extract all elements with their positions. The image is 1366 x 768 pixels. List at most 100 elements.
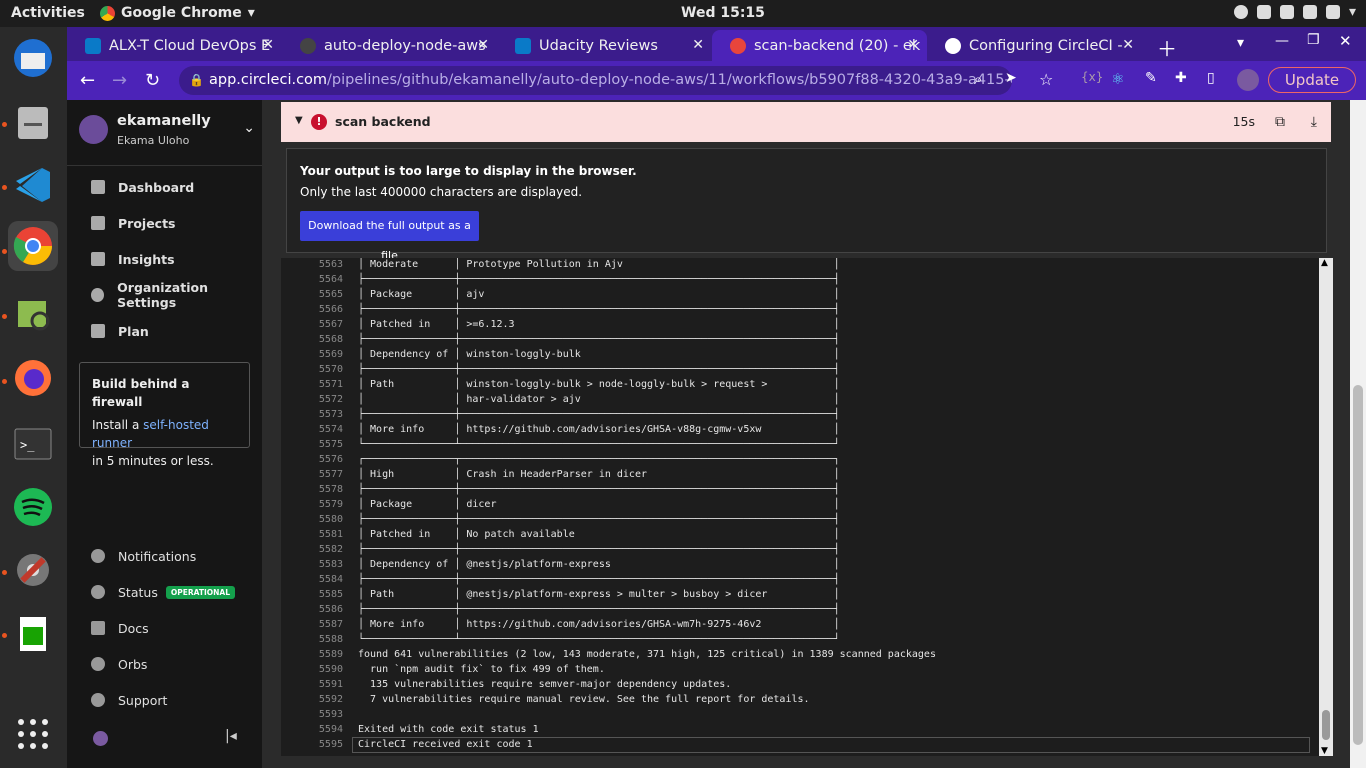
sidebar-item-label: Status	[118, 584, 158, 600]
scroll-thumb[interactable]	[1322, 710, 1330, 740]
tab-github[interactable]: auto-deploy-node-aws ✕	[282, 30, 497, 61]
spotify-icon[interactable]	[8, 482, 58, 532]
collapse-sidebar-icon[interactable]: |◂	[225, 728, 237, 744]
line-text: ├───────────────┼───────────────────────…	[358, 604, 840, 615]
send-icon[interactable]: ➤	[1005, 70, 1017, 86]
scroll-down-icon[interactable]: ▼	[1321, 746, 1328, 756]
avatar[interactable]	[93, 731, 108, 746]
chevron-down-icon: ▾	[1348, 4, 1356, 20]
scroll-up-icon[interactable]: ▲	[1321, 258, 1328, 268]
sidebar-item-dashboard[interactable]: Dashboard	[91, 177, 194, 197]
app-menu[interactable]: Google Chrome ▾	[100, 5, 255, 21]
chevron-down-icon[interactable]: ▼	[295, 115, 303, 126]
log-line: 5564 ├───────────────┼───────────────────…	[281, 272, 840, 287]
close-icon[interactable]: ✕	[907, 37, 919, 53]
line-number: 5588	[318, 634, 343, 645]
line-number: 5594	[318, 724, 343, 735]
tab-configuring-circleci[interactable]: Configuring CircleCI - ✕	[927, 30, 1142, 61]
user-fullname: Ekama Uloho	[117, 134, 190, 147]
files-icon[interactable]	[8, 97, 58, 147]
sidebar-item-projects[interactable]: Projects	[91, 213, 176, 233]
calc-icon[interactable]	[8, 609, 58, 659]
reload-icon[interactable]: ↻	[145, 70, 160, 91]
side-panel-icon[interactable]: ▯	[1207, 70, 1215, 86]
minimize-button[interactable]: —	[1275, 33, 1289, 49]
log-line: 5584 ├───────────────┼───────────────────…	[281, 572, 840, 587]
new-tab-button[interactable]: ＋	[1157, 33, 1177, 62]
log-line: 5580 ├───────────────┼───────────────────…	[281, 512, 840, 527]
update-button[interactable]: Update	[1268, 67, 1356, 93]
line-number: 5564	[318, 274, 343, 285]
line-number: 5586	[318, 604, 343, 615]
profile-avatar[interactable]	[1237, 69, 1259, 91]
forward-icon[interactable]: →	[112, 70, 127, 91]
line-number: 5565	[318, 289, 343, 300]
extensions-puzzle-icon[interactable]: ✚	[1175, 70, 1187, 86]
close-icon[interactable]: ✕	[1122, 37, 1134, 53]
react-devtools-icon[interactable]: ⚛	[1111, 70, 1124, 88]
clock[interactable]: Wed 15:15	[681, 5, 765, 21]
line-text: │ Moderate │ Prototype Pollution in Ajv …	[358, 259, 840, 270]
line-text: │ More info │ https://github.com/advisor…	[358, 424, 840, 435]
line-text: │ Package │ ajv │	[358, 289, 840, 300]
download-icon[interactable]: ⤓	[1311, 114, 1317, 130]
close-icon[interactable]: ✕	[692, 37, 704, 53]
settings-tool-icon[interactable]	[8, 545, 58, 595]
system-topbar: Activities Google Chrome ▾ Wed 15:15 ▾	[0, 0, 1366, 27]
line-number: 5567	[318, 319, 343, 330]
line-number: 5585	[318, 589, 343, 600]
step-header[interactable]: ▼ ! scan backend 15s ⧉ ⤓	[281, 102, 1331, 142]
lock-icon: 🔒	[189, 73, 204, 87]
url-bar[interactable]: 🔒 app.circleci.com/pipelines/github/ekam…	[179, 66, 1012, 95]
scroll-thumb[interactable]	[1353, 385, 1363, 745]
sidebar-item-orbs[interactable]: Orbs	[91, 654, 147, 674]
line-text: ┌───────────────┬───────────────────────…	[358, 454, 840, 465]
close-icon[interactable]: ✕	[262, 37, 274, 53]
line-text: ├───────────────┼───────────────────────…	[358, 364, 840, 375]
system-tray[interactable]: ▾	[1233, 4, 1356, 20]
vscode-icon[interactable]	[8, 160, 58, 210]
zoom-icon[interactable]: ⌕	[974, 70, 982, 88]
sidebar-item-insights[interactable]: Insights	[91, 249, 175, 269]
sidebar-item-support[interactable]: Support	[91, 690, 167, 710]
sidebar-item-organization-settings[interactable]: Organization Settings	[91, 280, 262, 310]
org-switcher[interactable]: ekamanelly Ekama Uloho ⌄	[79, 112, 257, 158]
tab-scan-backend[interactable]: scan-backend (20) - ek ✕	[712, 30, 927, 61]
extension-pen-icon[interactable]: ✎	[1145, 70, 1157, 86]
close-icon[interactable]: ✕	[477, 37, 489, 53]
download-output-button[interactable]: Download the full output as a file	[300, 211, 479, 262]
tab-alx[interactable]: ALX-T Cloud DevOps E ✕	[67, 30, 282, 61]
maximize-button[interactable]: ❐	[1307, 32, 1320, 48]
thunderbird-icon[interactable]	[8, 33, 58, 83]
sidebar-item-status[interactable]: Status OPERATIONAL	[91, 582, 235, 602]
promo-title: Build behind a firewall	[92, 377, 190, 409]
line-text: ├───────────────┼───────────────────────…	[358, 274, 840, 285]
line-text: Exited with code exit status 1	[358, 724, 539, 735]
firefox-icon[interactable]	[8, 353, 58, 403]
extension-icon[interactable]: {x}	[1081, 70, 1103, 84]
tab-search-icon[interactable]: ▾	[1237, 35, 1244, 51]
line-number: 5566	[318, 304, 343, 315]
sidebar-item-docs[interactable]: Docs	[91, 618, 149, 638]
line-text: 7 vulnerabilities require manual review.…	[358, 694, 810, 705]
terminal-icon[interactable]: >_	[8, 419, 58, 469]
close-window-button[interactable]: ✕	[1339, 32, 1352, 50]
log-line: 5568 ├───────────────┼───────────────────…	[281, 332, 840, 347]
sidebar-item-label: Support	[118, 692, 168, 708]
back-icon[interactable]: ←	[80, 70, 95, 91]
page-scrollbar[interactable]	[1350, 100, 1366, 768]
open-external-icon[interactable]: ⧉	[1275, 114, 1285, 130]
url-host: app.circleci.com	[209, 72, 328, 88]
step-output[interactable]: 5563 │ Moderate │ Prototype Pollution in …	[281, 258, 1319, 756]
tab-udacity-reviews[interactable]: Udacity Reviews ✕	[497, 30, 712, 61]
sidebar-item-label: Plan	[118, 323, 149, 339]
image-viewer-icon[interactable]	[8, 289, 58, 339]
app-grid-icon[interactable]	[8, 709, 58, 759]
sidebar-item-plan[interactable]: Plan	[91, 321, 149, 341]
bookmark-star-icon[interactable]: ☆	[1039, 70, 1053, 89]
activities-button[interactable]: Activities	[11, 5, 85, 21]
org-name: ekamanelly	[117, 113, 211, 129]
output-scrollbar[interactable]: ▲ ▼	[1319, 258, 1333, 756]
sidebar-item-notifications[interactable]: Notifications	[91, 546, 196, 566]
chrome-dock-icon[interactable]	[8, 221, 58, 271]
